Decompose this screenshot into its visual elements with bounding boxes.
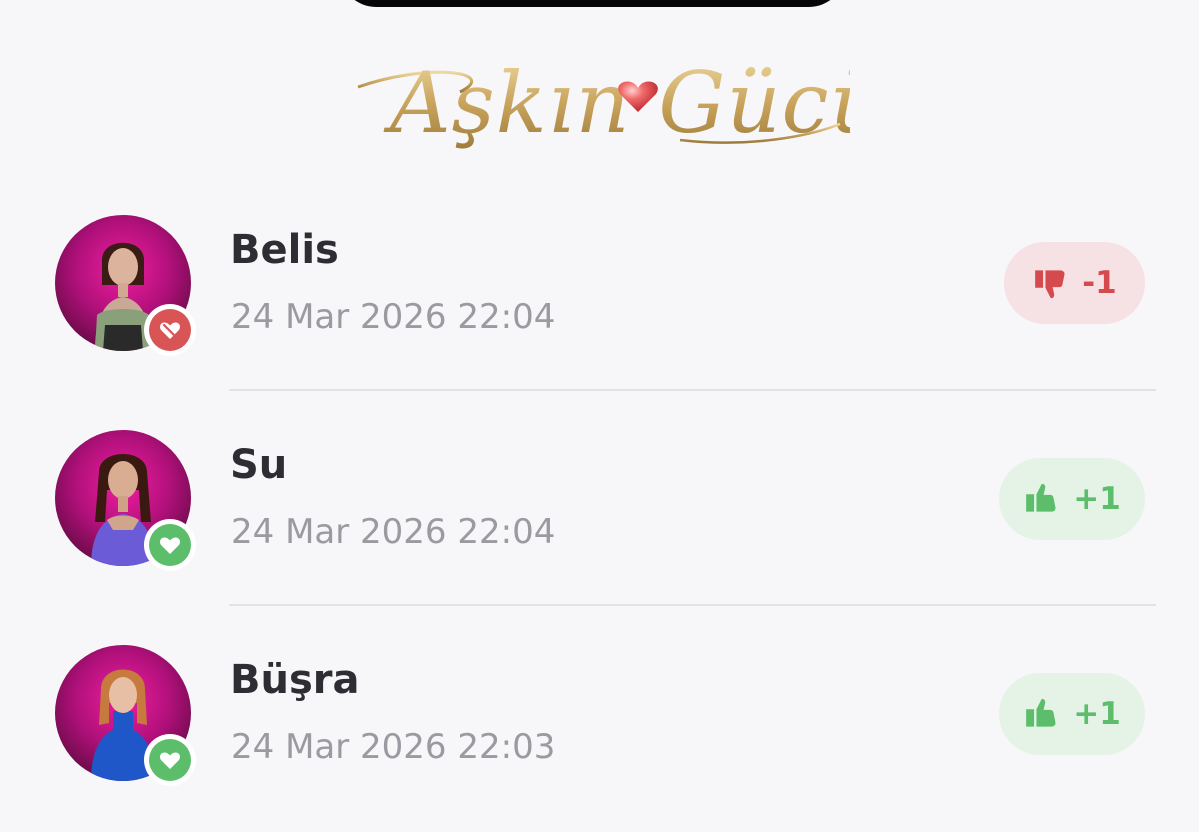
vote-count: +1: [1073, 696, 1121, 732]
feed-item[interactable]: Belis 24 Mar 2026 22:04 -1: [0, 175, 1199, 390]
thumbs-up-icon: [1026, 483, 1056, 512]
vote-timestamp: 24 Mar 2026 22:03: [231, 727, 556, 767]
heart-icon: [160, 752, 180, 769]
vote-timestamp: 24 Mar 2026 22:04: [231, 297, 556, 337]
contestant-name: Büşra: [230, 657, 360, 703]
thumbs-up-icon: [1026, 698, 1056, 727]
vote-badge[interactable]: +1: [999, 673, 1145, 755]
feed-item[interactable]: Büşra 24 Mar 2026 22:03 +1: [0, 605, 1199, 820]
row-divider: [229, 604, 1156, 606]
contestant-name: Su: [230, 442, 288, 488]
vote-badge[interactable]: -1: [1004, 242, 1145, 324]
status-badge: [144, 734, 196, 786]
status-badge: [144, 519, 196, 571]
vote-badge[interactable]: +1: [999, 458, 1145, 540]
contestant-name: Belis: [230, 227, 339, 273]
heart-icon: [160, 537, 180, 554]
vote-count: +1: [1073, 481, 1121, 517]
status-badge: [144, 304, 196, 356]
row-divider: [229, 389, 1156, 391]
vote-count: -1: [1082, 265, 1117, 301]
feed-item[interactable]: Su 24 Mar 2026 22:04 +1: [0, 390, 1199, 605]
vote-timestamp: 24 Mar 2026 22:04: [231, 512, 556, 552]
thumbs-down-icon: [1035, 270, 1065, 299]
vote-feed: Belis 24 Mar 2026 22:04 -1 Su 24 Mar 202…: [0, 0, 1199, 832]
broken-heart-icon: [160, 322, 180, 339]
